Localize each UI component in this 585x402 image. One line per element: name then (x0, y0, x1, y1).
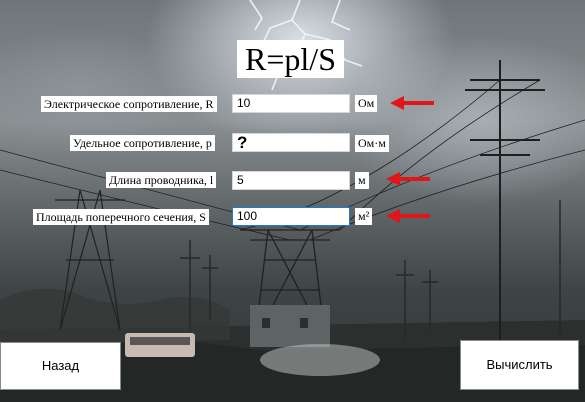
red-arrow-icon (390, 96, 434, 110)
resistance-input[interactable]: 10 (232, 94, 350, 113)
resistivity-input[interactable]: ? (232, 133, 350, 152)
field-label-length: Длина проводника, l (106, 172, 217, 188)
field-label-area: Площадь поперечного сечения, S (33, 209, 209, 225)
red-arrow-icon (386, 172, 430, 186)
calculate-button[interactable]: Вычислить (460, 340, 579, 390)
length-unit: м (355, 172, 369, 189)
field-label-resistance: Электрическое сопротивление, R (41, 96, 217, 112)
formula-title: R=pl/S (237, 40, 344, 78)
red-arrow-icon (386, 209, 430, 223)
resistance-unit: Ом (355, 95, 378, 112)
field-label-resistivity: Удельное сопротивление, p (70, 135, 215, 151)
back-button[interactable]: Назад (0, 342, 121, 390)
area-unit: м² (355, 208, 373, 225)
length-input[interactable]: 5 (232, 171, 350, 190)
area-input[interactable]: 100 (232, 207, 350, 226)
resistivity-unit: Ом·м (355, 135, 389, 152)
